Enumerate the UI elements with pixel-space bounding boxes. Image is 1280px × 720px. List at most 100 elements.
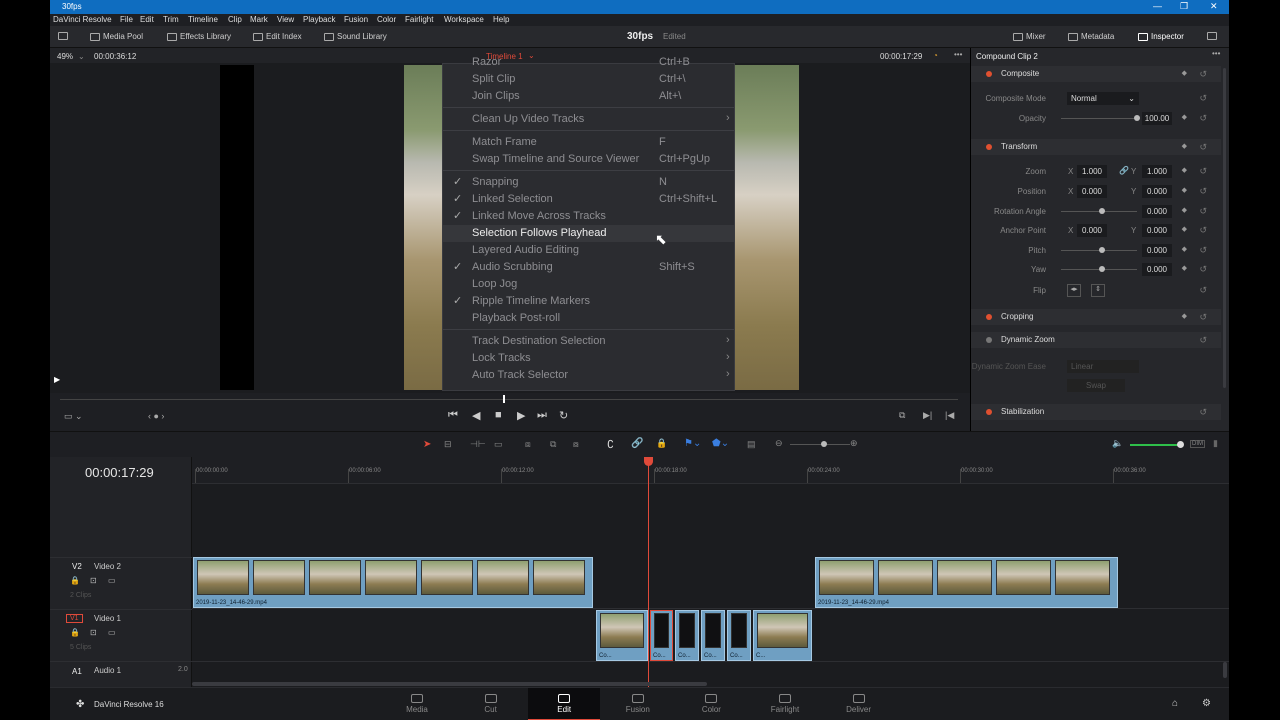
- flip-vertical-icon[interactable]: ⇕: [1091, 284, 1105, 297]
- menu-fairlight[interactable]: Fairlight: [405, 15, 433, 24]
- effects-library-button[interactable]: Effects Library: [167, 32, 231, 41]
- keyframe-icon[interactable]: ◆: [1182, 312, 1187, 320]
- zoom-out-icon[interactable]: ⊖: [775, 438, 783, 449]
- v1-clip[interactable]: C...: [753, 610, 812, 661]
- snapping-icon[interactable]: ∁: [607, 438, 614, 451]
- keyframe-icon[interactable]: ◆: [1182, 186, 1187, 194]
- timeline-ruler[interactable]: 00:00:00:00 00:00:06:00 00:00:12:00 00:00:1…: [192, 457, 1229, 484]
- trim-tool-icon[interactable]: ⊟: [444, 439, 452, 450]
- menu-file[interactable]: File: [120, 15, 133, 24]
- selection-tool-icon[interactable]: ➤: [423, 439, 431, 450]
- menu-item[interactable]: ✓ Linked Selection Ctrl+Shift+L: [443, 191, 734, 208]
- dim-button[interactable]: DIM: [1190, 440, 1205, 448]
- menu-item[interactable]: Layered Audio Editing: [443, 242, 734, 259]
- reset-icon[interactable]: ↺: [1199, 225, 1207, 236]
- next-edit-icon[interactable]: ▶|: [923, 410, 932, 421]
- expand-icon[interactable]: [1207, 32, 1217, 40]
- flip-horizontal-icon[interactable]: ◂▸: [1067, 284, 1081, 297]
- rotation-knob[interactable]: [1099, 208, 1105, 214]
- menu-item[interactable]: ✓ Snapping N: [443, 174, 734, 191]
- zoom-slider-knob[interactable]: [821, 441, 827, 447]
- enable-toggle[interactable]: [986, 409, 992, 415]
- fullscreen-icon[interactable]: ▶: [54, 375, 60, 384]
- keyframe-icon[interactable]: ◆: [1182, 142, 1187, 150]
- edit-index-button[interactable]: Edit Index: [253, 32, 302, 41]
- page-tab-fairlight[interactable]: Fairlight: [749, 688, 821, 720]
- inspector-scrollbar[interactable]: [1223, 68, 1226, 388]
- timeline-viewer[interactable]: ▶ Razor Ctrl+B Split Clip Ctrl+\ Join Clips A…: [50, 56, 970, 393]
- keyframe-icon[interactable]: ◆: [1182, 245, 1187, 253]
- linked-selection-icon[interactable]: 🔗: [631, 438, 643, 449]
- keyframe-icon[interactable]: ◆: [1182, 225, 1187, 233]
- dynamic-trim-icon[interactable]: ⊣⊢: [470, 439, 486, 450]
- maximize-button[interactable]: ❐: [1180, 1, 1188, 12]
- position-x-value[interactable]: 0.000: [1077, 185, 1107, 198]
- reset-icon[interactable]: ↺: [1199, 142, 1207, 153]
- track-visibility-icon[interactable]: ▭: [108, 576, 116, 585]
- opacity-slider[interactable]: [1061, 118, 1137, 119]
- timeline-view-icon[interactable]: ▤: [747, 439, 756, 450]
- zoom-y-value[interactable]: 1.000: [1142, 165, 1172, 178]
- page-tab-deliver[interactable]: Deliver: [823, 688, 895, 720]
- reset-icon[interactable]: ↺: [1199, 166, 1207, 177]
- v1-clip[interactable]: Co...: [727, 610, 751, 661]
- transform-section[interactable]: Transform ◆ ↺: [971, 139, 1221, 155]
- sync-icon[interactable]: ◔: [933, 51, 938, 60]
- menu-item[interactable]: Join Clips Alt+\: [443, 88, 734, 105]
- v1-clip[interactable]: Co...: [650, 610, 673, 661]
- composite-section[interactable]: Composite ◆ ↺: [971, 66, 1221, 82]
- v2-clip[interactable]: 2019-11-23_14-46-29.mp4: [815, 557, 1118, 608]
- menu-color[interactable]: Color: [377, 15, 396, 24]
- reset-icon[interactable]: ↺: [1199, 69, 1207, 80]
- destination-control[interactable]: V1: [66, 614, 83, 623]
- menu-clip[interactable]: Clip: [228, 15, 242, 24]
- volume-slider[interactable]: [1130, 444, 1178, 446]
- stabilization-section[interactable]: Stabilization ↺: [971, 404, 1221, 420]
- opacity-knob[interactable]: [1134, 115, 1140, 121]
- metadata-button[interactable]: Metadata: [1068, 32, 1114, 41]
- opacity-value[interactable]: 100.00: [1142, 112, 1172, 125]
- cropping-section[interactable]: Cropping ◆ ↺: [971, 309, 1221, 325]
- timeline-vscrollbar[interactable]: [1223, 662, 1227, 678]
- keyframe-icon[interactable]: ◆: [1182, 166, 1187, 174]
- stop-icon[interactable]: ■: [495, 409, 502, 421]
- enable-toggle[interactable]: [986, 71, 992, 77]
- menu-view[interactable]: View: [277, 15, 294, 24]
- anchor-y-value[interactable]: 0.000: [1142, 224, 1172, 237]
- pitch-value[interactable]: 0.000: [1142, 244, 1172, 257]
- v1-clip[interactable]: Co...: [701, 610, 725, 661]
- timeline-scrollbar[interactable]: [192, 682, 707, 686]
- menu-playback[interactable]: Playback: [303, 15, 335, 24]
- auto-select-icon[interactable]: ⊡: [90, 628, 97, 637]
- volume-icon[interactable]: 🔈: [1112, 438, 1123, 449]
- menu-help[interactable]: Help: [493, 15, 509, 24]
- yaw-value[interactable]: 0.000: [1142, 263, 1172, 276]
- menu-item[interactable]: Auto Track Selector ›: [443, 367, 734, 384]
- go-to-end-icon[interactable]: ⏭: [537, 409, 547, 422]
- prev-edit-icon[interactable]: |◀: [945, 410, 954, 421]
- jog-icon[interactable]: ‹ ● ›: [148, 411, 164, 421]
- home-icon[interactable]: ⌂: [1172, 698, 1178, 709]
- lock-icon[interactable]: 🔒: [70, 628, 80, 637]
- zoom-x-value[interactable]: 1.000: [1077, 165, 1107, 178]
- reset-icon[interactable]: ↺: [1199, 113, 1207, 124]
- pitch-knob[interactable]: [1099, 247, 1105, 253]
- timeline-panel[interactable]: 00:00:17:29 V2 Video 2 🔒 ⊡ ▭ 2 Clips V1 …: [50, 457, 1229, 687]
- menu-item[interactable]: ✓ Audio Scrubbing Shift+S: [443, 259, 734, 276]
- go-to-start-icon[interactable]: ⏮: [448, 409, 458, 422]
- menu-workspace[interactable]: Workspace: [444, 15, 484, 24]
- sound-library-button[interactable]: Sound Library: [324, 32, 387, 41]
- reset-icon[interactable]: ↺: [1199, 335, 1207, 346]
- reset-icon[interactable]: ↺: [1199, 245, 1207, 256]
- menu-item[interactable]: Lock Tracks ›: [443, 350, 734, 367]
- monitor-icon[interactable]: [58, 32, 68, 40]
- menu-mark[interactable]: Mark: [250, 15, 268, 24]
- zoom-in-icon[interactable]: ⊕: [850, 438, 858, 449]
- rotation-value[interactable]: 0.000: [1142, 205, 1172, 218]
- position-y-value[interactable]: 0.000: [1142, 185, 1172, 198]
- settings-gear-icon[interactable]: ⚙: [1202, 698, 1211, 709]
- track-header-a1[interactable]: A1 Audio 1 2.0: [50, 661, 192, 687]
- keyframe-icon[interactable]: ◆: [1182, 113, 1187, 121]
- track-name[interactable]: Video 1: [94, 614, 121, 623]
- flag-icon[interactable]: ⚑⌄: [684, 438, 701, 449]
